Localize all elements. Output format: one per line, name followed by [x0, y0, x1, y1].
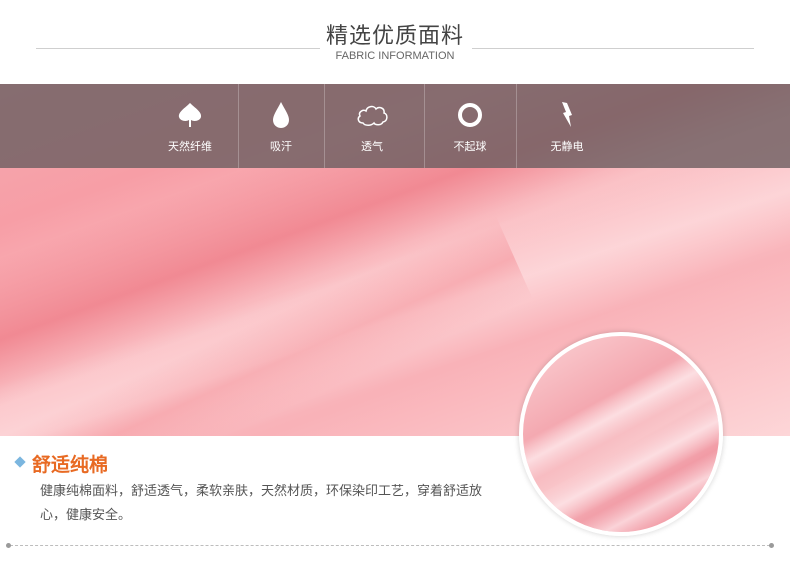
- page-subtitle: FABRIC INFORMATION: [335, 50, 455, 62]
- ring-icon: [424, 98, 516, 132]
- feature-natural-fiber: 天然纤维: [144, 84, 236, 168]
- feature-label: 天然纤维: [168, 140, 212, 153]
- leaf-icon: [144, 98, 236, 132]
- feature-anti-pilling: 不起球: [424, 84, 516, 168]
- feature-label: 透气: [361, 140, 383, 153]
- page-title: 精选优质面料: [325, 24, 464, 49]
- feature-sweat-absorbing: 吸汗: [235, 84, 327, 168]
- feature-breathable: 透气: [326, 84, 418, 168]
- lightning-icon: [521, 98, 613, 132]
- feature-label: 不起球: [453, 140, 487, 153]
- section-title: 舒适纯棉: [32, 454, 109, 476]
- dashed-divider: [6, 543, 774, 548]
- water-drop-icon: [235, 98, 327, 132]
- feature-bar: 天然纤维 吸汗 透气 不起球 无静电: [0, 84, 790, 168]
- cloud-icon: [326, 98, 418, 132]
- header: 精选优质面料 FABRIC INFORMATION: [0, 0, 790, 84]
- fabric-closeup-image: [519, 332, 723, 536]
- feature-anti-static: 无静电: [521, 84, 613, 168]
- feature-label: 吸汗: [270, 140, 292, 153]
- feature-separator: [516, 84, 517, 168]
- section-description: 健康纯棉面料，舒适透气，柔软亲肤，天然材质，环保染印工艺，穿着舒适放心，健康安全…: [40, 484, 483, 523]
- feature-label: 无静电: [550, 140, 584, 153]
